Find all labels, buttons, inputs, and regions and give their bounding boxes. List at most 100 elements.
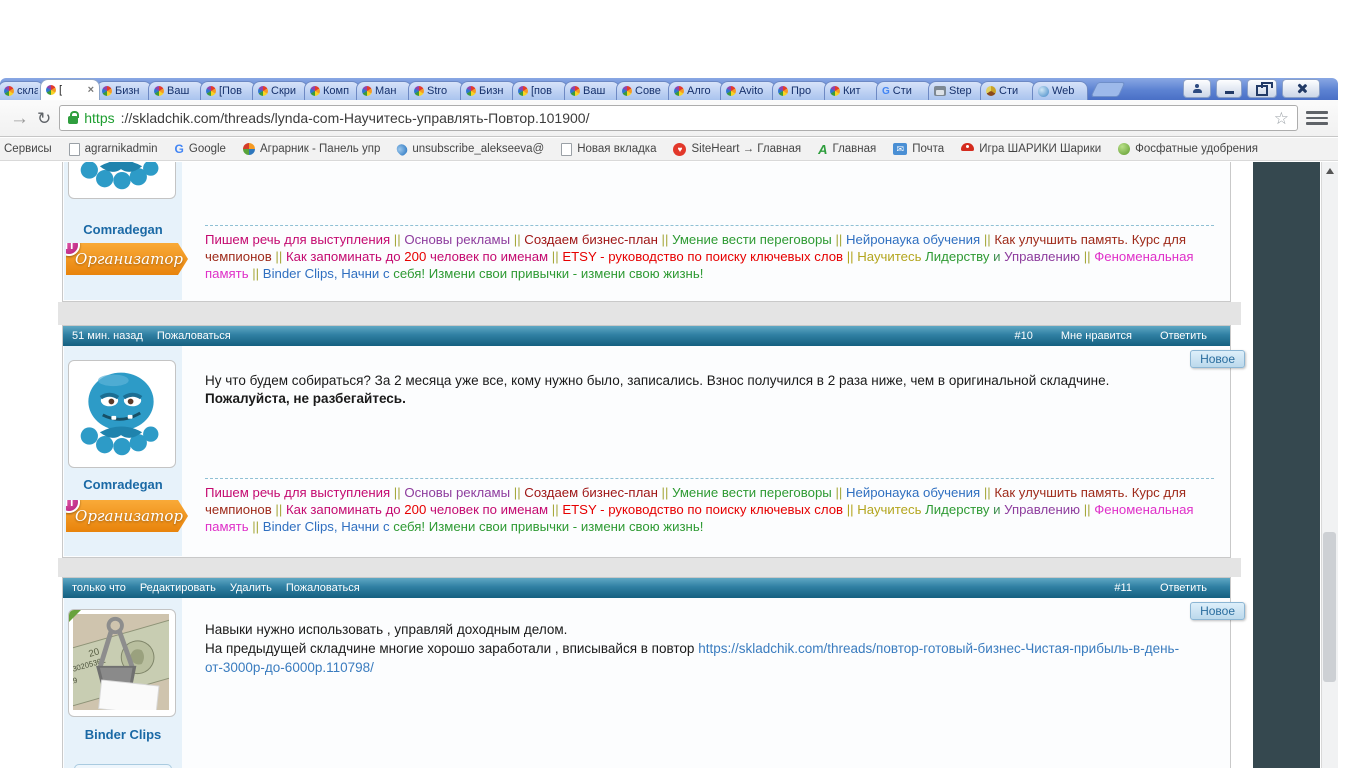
message-line: Навыки нужно использовать , управляй дох… xyxy=(205,620,1210,639)
username-link[interactable]: Comradegan xyxy=(64,477,182,492)
post-number-link[interactable]: #11 xyxy=(1114,582,1132,594)
close-button[interactable] xyxy=(1282,79,1320,98)
browser-tab[interactable]: Ваш xyxy=(148,81,204,100)
close-icon xyxy=(1296,83,1307,94)
bookmark-item[interactable]: unsubscribe_alekseeva@ xyxy=(397,143,544,155)
browser-tab[interactable]: Ваш xyxy=(564,81,620,100)
browser-tab[interactable]: Про xyxy=(772,81,828,100)
pinwheel-favicon-icon xyxy=(102,86,112,96)
bookmark-item[interactable]: Главная xyxy=(818,142,876,157)
minimize-button[interactable] xyxy=(1216,79,1242,98)
bookmark-item[interactable]: Фосфатные удобрения xyxy=(1118,143,1258,155)
globe-favicon-icon xyxy=(1038,86,1049,97)
new-post-badge[interactable]: Новое xyxy=(1190,602,1245,620)
mail-envelope-icon xyxy=(893,143,907,155)
browser-tab[interactable]: Алго xyxy=(668,81,724,100)
browser-tab[interactable]: Stro xyxy=(408,81,464,100)
user-avatar[interactable] xyxy=(68,162,176,199)
bookmark-item[interactable]: Новая вкладка xyxy=(561,143,656,156)
letter-a-icon xyxy=(818,142,827,157)
browser-tab[interactable]: Avito xyxy=(720,81,776,100)
reload-button[interactable]: ↻ xyxy=(37,110,51,127)
money-binder-clip-avatar-image: E3020​5361 19 20 xyxy=(73,614,169,710)
pinwheel-favicon-icon xyxy=(258,86,268,96)
pinwheel-favicon-icon xyxy=(778,86,788,96)
profile-button[interactable] xyxy=(1183,79,1211,98)
reply-link[interactable]: Ответить xyxy=(1160,582,1207,594)
post-timestamp-link[interactable]: 51 мин. назад xyxy=(72,330,143,342)
bookmark-item[interactable]: Сервисы xyxy=(4,143,52,155)
browser-tab[interactable]: Ман xyxy=(356,81,412,100)
post-timestamp-link[interactable]: только что xyxy=(72,582,126,594)
minimize-icon xyxy=(1225,91,1234,94)
like-link[interactable]: Мне нравится xyxy=(1061,330,1132,342)
edit-link[interactable]: Редактировать xyxy=(140,582,216,594)
pinwheel-favicon-icon xyxy=(4,86,14,96)
bookmarks-bar: Сервисы agrarnikadmin GGoogle Аграрник -… xyxy=(0,138,1338,161)
browser-tab-active[interactable]: [× xyxy=(40,79,100,100)
reply-link[interactable]: Ответить xyxy=(1160,330,1207,342)
restore-icon xyxy=(1256,85,1268,96)
browser-tab[interactable]: GСти xyxy=(876,81,932,100)
browser-tab[interactable]: скла xyxy=(0,81,44,100)
bookmark-item[interactable]: Игра ШАРИКИ Шарики xyxy=(961,143,1101,155)
browser-tab[interactable]: [Пов xyxy=(200,81,256,100)
pinwheel-favicon-icon xyxy=(570,86,580,96)
signature-text[interactable]: Пишем речь для выступления || Основы рек… xyxy=(205,225,1214,282)
pinwheel-favicon-icon xyxy=(518,86,528,96)
bookmark-star-icon[interactable]: ☆ xyxy=(1274,110,1289,127)
pinwheel-favicon-icon xyxy=(726,86,736,96)
user-avatar[interactable]: E3020​5361 19 20 xyxy=(68,609,176,717)
browser-tab[interactable]: Сове xyxy=(616,81,672,100)
octopus-avatar-image xyxy=(73,162,169,195)
bookmark-item[interactable]: SiteHeart → Главная xyxy=(673,143,801,156)
report-link[interactable]: Пожаловаться xyxy=(157,330,231,342)
page-side-background xyxy=(1253,162,1320,768)
tab-close-icon[interactable]: × xyxy=(88,85,94,96)
octopus-avatar-image xyxy=(73,365,169,461)
padlock-icon xyxy=(68,116,78,124)
post-header-bar: только что Редактировать Удалить Пожалов… xyxy=(63,578,1230,598)
pinwheel-favicon-icon xyxy=(674,86,684,96)
browser-tab[interactable]: Комп xyxy=(304,81,360,100)
joomla-icon xyxy=(243,143,255,155)
google-g-icon: G xyxy=(175,142,184,156)
bookmark-item[interactable]: agrarnikadmin xyxy=(69,143,158,156)
browser-tab[interactable]: [пов xyxy=(512,81,568,100)
username-link[interactable]: Comradegan xyxy=(64,222,182,237)
new-post-badge[interactable]: Новое xyxy=(1190,350,1245,368)
browser-tab[interactable]: Бизн xyxy=(460,81,516,100)
siteheart-icon xyxy=(673,143,686,156)
scrollbar-up-icon[interactable] xyxy=(1326,168,1334,174)
signature-text[interactable]: Пишем речь для выступления || Основы рек… xyxy=(205,478,1214,535)
browser-tab[interactable]: Сти xyxy=(980,81,1036,100)
browser-tab[interactable]: Скри xyxy=(252,81,308,100)
post-number-link[interactable]: #10 xyxy=(1015,330,1033,342)
username-link[interactable]: Binder Clips xyxy=(64,727,182,742)
new-tab-button[interactable] xyxy=(1091,82,1126,97)
profile-icon xyxy=(1193,84,1202,93)
scrollbar-thumb[interactable] xyxy=(1323,532,1336,682)
forward-button[interactable]: → xyxy=(10,109,29,128)
google-favicon-icon: G xyxy=(882,86,890,97)
organizer-ribbon-badge: П Организатор xyxy=(66,500,188,532)
browser-tab[interactable]: Бизн xyxy=(96,81,152,100)
url-text: ://skladchik.com/threads/lynda-com-Научи… xyxy=(121,110,1268,126)
menu-button[interactable] xyxy=(1306,109,1328,127)
post-separator xyxy=(58,558,1241,577)
address-bar[interactable]: https ://skladchik.com/threads/lynda-com… xyxy=(59,105,1298,131)
page-icon xyxy=(561,143,572,156)
report-link[interactable]: Пожаловаться xyxy=(286,582,360,594)
bookmark-item[interactable]: GGoogle xyxy=(175,142,226,156)
water-drop-icon xyxy=(395,142,410,157)
delete-link[interactable]: Удалить xyxy=(230,582,272,594)
bookmark-item[interactable]: Аграрник - Панель упр xyxy=(243,143,380,155)
pinwheel-favicon-icon xyxy=(154,86,164,96)
user-avatar[interactable] xyxy=(68,360,176,468)
browser-tab[interactable]: Кит xyxy=(824,81,880,100)
bookmark-item[interactable]: Почта xyxy=(893,143,944,155)
restore-button[interactable] xyxy=(1247,79,1277,98)
browser-tab[interactable]: Step xyxy=(928,81,984,100)
browser-toolbar: → ↻ https ://skladchik.com/threads/lynda… xyxy=(0,100,1338,137)
browser-tab[interactable]: Web xyxy=(1032,81,1088,100)
